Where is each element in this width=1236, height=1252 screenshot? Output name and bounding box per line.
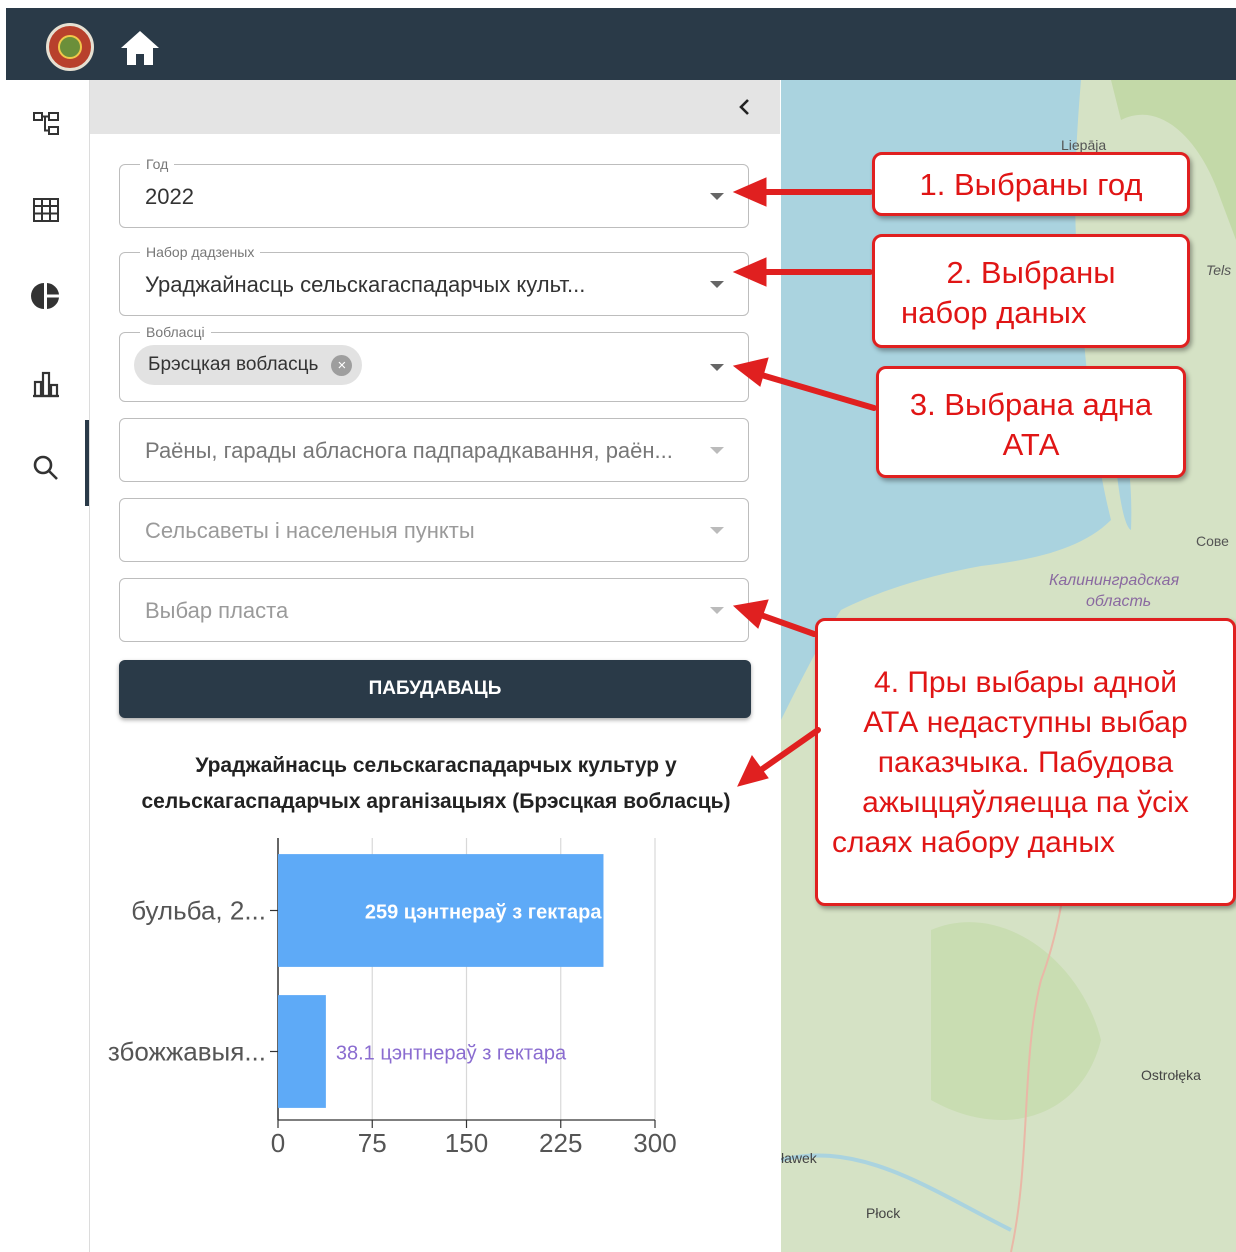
chart-title-line2: сельскагаспадарчых арганізацыях (Брэсцка…: [141, 790, 731, 813]
bar-chart-icon: [33, 371, 59, 398]
bar: [278, 995, 326, 1108]
map-label-liepaja: Liepāja: [1061, 137, 1106, 153]
callout-4-line2: АТА недаступны выбар: [863, 706, 1188, 739]
callout-2-line2: набор даных: [901, 295, 1087, 330]
callout-4: 4. Пры выбары адной АТА недаступны выбар…: [815, 618, 1236, 906]
x-tick-label: 225: [539, 1128, 582, 1158]
callout-3-line1: 3. Выбрана адна: [909, 387, 1153, 422]
bar-data-label: 38.1 цэнтнераў з гектара: [336, 1043, 567, 1065]
layer-placeholder: Выбар пласта: [145, 598, 289, 623]
pie-chart-icon: [31, 283, 59, 309]
year-label: Год: [140, 156, 175, 172]
dataset-value: Ураджайнасць сельскагаспадарчых культ...: [145, 272, 586, 297]
table-button[interactable]: [22, 186, 70, 234]
chevron-left-icon: [739, 99, 749, 115]
chart-title-line1: Ураджайнасць сельскагаспадарчых культур …: [195, 754, 677, 777]
y-tick-label: бульба, 2...: [131, 896, 266, 926]
y-tick-label: збожжавыя...: [108, 1037, 266, 1067]
regions-select[interactable]: Вобласці Брэсцкая вобласць ×: [119, 324, 749, 402]
chevron-down-icon: [710, 527, 724, 534]
chevron-down-icon: [710, 607, 724, 614]
villages-select: Сельсаветы і населеныя пункты: [119, 498, 749, 562]
callout-4-line3: паказчыка. Пабудова: [877, 746, 1174, 779]
callout-2: 2. Выбраны набор даных: [872, 234, 1190, 348]
x-tick-label: 0: [271, 1128, 285, 1158]
panel-header: [90, 80, 780, 134]
callout-4-line1: 4. Пры выбары адной: [874, 666, 1177, 699]
map-label-region: область: [1086, 593, 1151, 610]
callout-4-line5: слаях набору даных: [832, 826, 1115, 859]
chart-title: Ураджайнасць сельскагаспадарчых культур …: [96, 748, 776, 820]
active-tab-indicator: [85, 420, 89, 506]
home-icon: [121, 31, 159, 65]
pie-chart-button[interactable]: [22, 272, 70, 320]
callout-2-line1: 2. Выбраны: [946, 255, 1116, 290]
layers-tree-icon: [33, 112, 59, 135]
callout-1-text: 1. Выбраны год: [919, 167, 1143, 202]
dataset-label: Набор дадзеных: [140, 244, 261, 260]
map-label-tels: Tels: [1206, 262, 1231, 278]
year-value: 2022: [145, 184, 194, 209]
districts-placeholder: Раёны, гарады абласнога падпарадкавання,…: [145, 438, 673, 463]
callout-1: 1. Выбраны год: [872, 152, 1190, 216]
logo-emblem: [58, 35, 82, 59]
dataset-select[interactable]: Набор дадзеных Ураджайнасць сельскагаспа…: [119, 244, 749, 316]
chevron-down-icon[interactable]: [710, 281, 724, 288]
home-button[interactable]: [116, 26, 164, 70]
build-chart-button[interactable]: ПАБУДАВАЦЬ: [119, 660, 751, 718]
layers-tree-button[interactable]: [22, 100, 70, 148]
app-header: [6, 8, 1236, 80]
side-rail: [0, 80, 90, 1252]
chart-settings-panel: Год 2022 Набор дадзеных Ураджайнасць сел…: [90, 80, 780, 1252]
callout-3: 3. Выбрана адна АТА: [876, 366, 1186, 478]
layer-select: Выбар пласта: [119, 578, 749, 642]
x-tick-label: 150: [445, 1128, 488, 1158]
map-label-sove: Сове: [1196, 533, 1229, 549]
search-button[interactable]: [22, 444, 70, 492]
coat-of-arms-logo[interactable]: [46, 23, 94, 71]
year-select[interactable]: Год 2022: [119, 156, 749, 228]
districts-select[interactable]: Раёны, гарады абласнога падпарадкавання,…: [119, 418, 749, 482]
chevron-down-icon[interactable]: [710, 447, 724, 454]
search-icon: [33, 455, 58, 480]
bar-data-label: 259 цэнтнераў з гектара: [365, 902, 602, 924]
map-label-kaliningrad: Калининградская: [1049, 572, 1180, 589]
x-tick-label: 300: [633, 1128, 676, 1158]
selected-region-chip[interactable]: Брэсцкая вобласць ×: [134, 345, 363, 385]
collapse-panel-button[interactable]: [730, 92, 760, 122]
chip-label: Брэсцкая вобласць: [148, 354, 319, 375]
callout-3-line2: АТА: [1002, 427, 1060, 462]
bar-chart: 0 75 150 225 300 бульба, 2... 259 цэнтнераў з …: [108, 838, 677, 1158]
chip-remove-icon[interactable]: ×: [331, 355, 353, 376]
map-label-ostroleka: Ostrołęka: [1141, 1067, 1201, 1083]
villages-placeholder: Сельсаветы і населеныя пункты: [145, 518, 475, 543]
table-icon: [33, 198, 59, 222]
x-tick-label: 75: [358, 1128, 387, 1158]
regions-label: Вобласці: [140, 324, 211, 340]
map-label-plock: Płock: [866, 1205, 901, 1221]
map-label-lawek: ławek: [781, 1150, 818, 1166]
chevron-down-icon[interactable]: [710, 193, 724, 200]
bar-chart-button[interactable]: [22, 360, 70, 408]
chevron-down-icon[interactable]: [710, 364, 724, 371]
callout-4-line4: ажыццяўляецца па ўсіх: [862, 786, 1189, 819]
